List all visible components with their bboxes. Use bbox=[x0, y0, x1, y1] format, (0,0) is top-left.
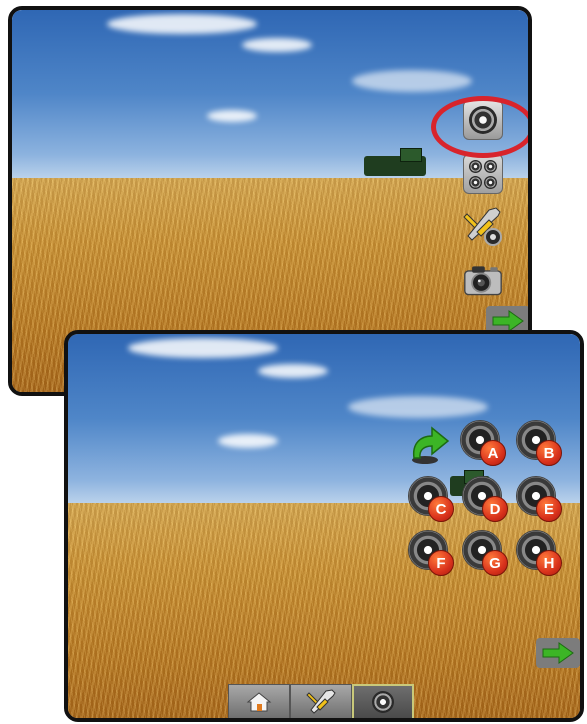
camera-setup-button[interactable] bbox=[463, 206, 503, 246]
camera-label: E bbox=[536, 496, 562, 522]
camera-tab-button[interactable] bbox=[352, 684, 414, 718]
next-page-button[interactable] bbox=[536, 638, 580, 668]
camera-b-button[interactable]: B bbox=[516, 420, 562, 466]
home-button[interactable] bbox=[228, 684, 290, 718]
camera-a-button[interactable]: A bbox=[460, 420, 506, 466]
bottom-toolbar bbox=[228, 684, 414, 718]
camera-c-button[interactable]: C bbox=[408, 476, 454, 522]
home-icon bbox=[246, 692, 272, 712]
snapshot-camera-icon bbox=[464, 266, 502, 296]
cloud bbox=[128, 338, 278, 358]
cloud bbox=[258, 364, 328, 378]
cloud bbox=[207, 110, 257, 122]
camera-label: D bbox=[482, 496, 508, 522]
camera-label: A bbox=[480, 440, 506, 466]
cloud bbox=[242, 38, 312, 52]
highlight-circle bbox=[431, 96, 528, 158]
camera-label: H bbox=[536, 550, 562, 576]
tools-camera-icon bbox=[463, 207, 502, 246]
camera-f-button[interactable]: F bbox=[408, 530, 454, 576]
camera-icon bbox=[372, 691, 394, 713]
tools-icon bbox=[306, 689, 336, 714]
cloud bbox=[348, 396, 488, 418]
camera-e-button[interactable]: E bbox=[516, 476, 562, 522]
four-camera-icon bbox=[469, 159, 482, 173]
multi-camera-button[interactable] bbox=[463, 154, 503, 194]
combine-harvester bbox=[364, 148, 426, 176]
snapshot-button[interactable] bbox=[463, 260, 503, 300]
green-return-arrow-icon bbox=[412, 426, 450, 464]
camera-d-button[interactable]: D bbox=[462, 476, 508, 522]
cloud bbox=[107, 14, 257, 34]
camera-g-button[interactable]: G bbox=[462, 530, 508, 576]
camera-h-button[interactable]: H bbox=[516, 530, 562, 576]
camera-select-screen: A B C D E F G H bbox=[64, 330, 584, 722]
camera-label: B bbox=[536, 440, 562, 466]
cloud bbox=[218, 434, 278, 448]
camera-label: G bbox=[482, 550, 508, 576]
tools-button[interactable] bbox=[290, 684, 352, 718]
cloud bbox=[352, 70, 472, 92]
right-arrow-icon bbox=[542, 642, 574, 664]
camera-label: F bbox=[428, 550, 454, 576]
back-button[interactable] bbox=[408, 422, 450, 466]
camera-label: C bbox=[428, 496, 454, 522]
